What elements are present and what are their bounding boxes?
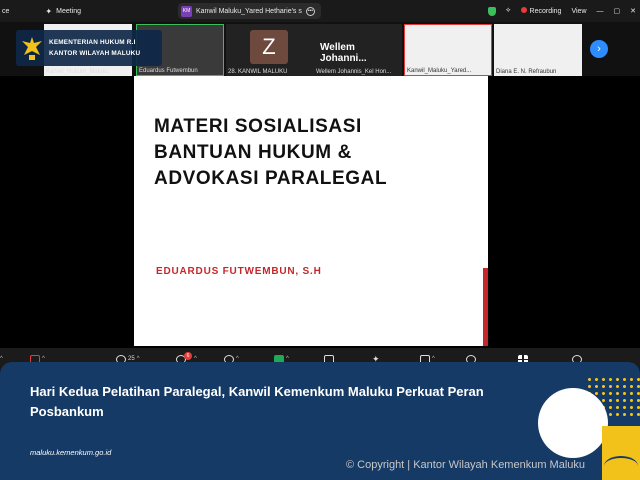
recording-label: Recording xyxy=(529,8,562,15)
news-headline: Hari Kedua Pelatihan Paralegal, Kanwil K… xyxy=(30,384,484,419)
slide-accent-bar xyxy=(483,268,488,346)
close-icon[interactable]: ✕ xyxy=(630,7,636,15)
decorative-circle xyxy=(538,388,608,458)
active-speaker-pill[interactable]: KM Kanwil Maluku_Yared Hetharie's s ••• xyxy=(178,3,321,19)
slide-title: MATERI SOSIALISASI BANTUAN HUKUM & ADVOK… xyxy=(154,116,388,189)
security-shield-icon[interactable] xyxy=(487,6,496,16)
participant-name: Kanwil_Hukum_Maluku xyxy=(46,69,109,75)
participant-tile[interactable]: Wellem Johanni... Wellem Johannis_Kel Ho… xyxy=(314,24,402,76)
speaker-label: Kanwil Maluku_Yared Hetharie's s xyxy=(196,7,302,15)
participant-name: 28. KANWIL MALUKU xyxy=(228,69,288,75)
copyright-text: © Copyright | Kantor Wilayah Kemenkum Ma… xyxy=(346,459,586,471)
topbar-left-label: ce xyxy=(2,7,10,15)
meeting-topbar: ce ✦ Meeting KM Kanwil Maluku_Yared Heth… xyxy=(0,0,640,22)
participant-display-name: Wellem Johanni... xyxy=(320,42,367,64)
website-url: maluku.kemenkum.go.id xyxy=(30,448,112,457)
maximize-icon[interactable]: ▢ xyxy=(614,7,621,15)
participant-name: Wellem Johannis_Kel Hon... xyxy=(316,69,392,75)
meeting-label: Meeting xyxy=(56,7,82,15)
meeting-menu[interactable]: ✦ Meeting xyxy=(45,7,81,16)
shared-screen: MATERI SOSIALISASI BANTUAN HUKUM & ADVOK… xyxy=(0,76,640,348)
speaker-initials-badge: KM xyxy=(181,5,192,17)
participant-tile[interactable]: Diana E. N. Refraubun xyxy=(494,24,582,76)
recording-dot-icon xyxy=(520,7,527,13)
share-status-icon[interactable]: ⟡ xyxy=(506,7,511,15)
participant-tile[interactable]: Z 28. KANWIL MALUKU xyxy=(226,24,314,76)
slide-author: EDUARDUS FUTWEMBUN, S.H xyxy=(156,266,322,277)
garuda-emblem-icon xyxy=(22,37,42,60)
participant-name: Eduardus Futwembun xyxy=(139,68,198,74)
minimize-icon[interactable]: — xyxy=(597,8,604,15)
recording-indicator[interactable]: Recording xyxy=(520,7,562,15)
presentation-slide: MATERI SOSIALISASI BANTUAN HUKUM & ADVOK… xyxy=(134,76,488,346)
decorative-wave xyxy=(604,456,638,476)
participant-name: Kanwil_Maluku_Yared... xyxy=(407,68,472,74)
participant-name: Diana E. N. Refraubun xyxy=(496,69,557,75)
news-caption-banner: Hari Kedua Pelatihan Paralegal, Kanwil K… xyxy=(0,362,640,480)
audio-caret[interactable]: ^ xyxy=(0,352,3,366)
avatar: Z xyxy=(250,30,288,64)
more-options-icon[interactable]: ••• xyxy=(305,6,315,16)
view-button[interactable]: View xyxy=(571,8,586,15)
ministry-logo: KEMENTERIAN HUKUM R.I KANTOR WILAYAH MAL… xyxy=(16,30,162,66)
paw-icon: ✦ xyxy=(45,6,53,16)
logo-line-ministry: KEMENTERIAN HUKUM R.I xyxy=(49,39,136,46)
next-page-arrow-icon[interactable]: › xyxy=(590,40,608,58)
chat-unread-badge: 6 xyxy=(184,352,192,360)
logo-line-office: KANTOR WILAYAH MALUKU xyxy=(49,50,141,57)
participant-tile[interactable]: Kanwil_Maluku_Yared... xyxy=(404,24,492,76)
